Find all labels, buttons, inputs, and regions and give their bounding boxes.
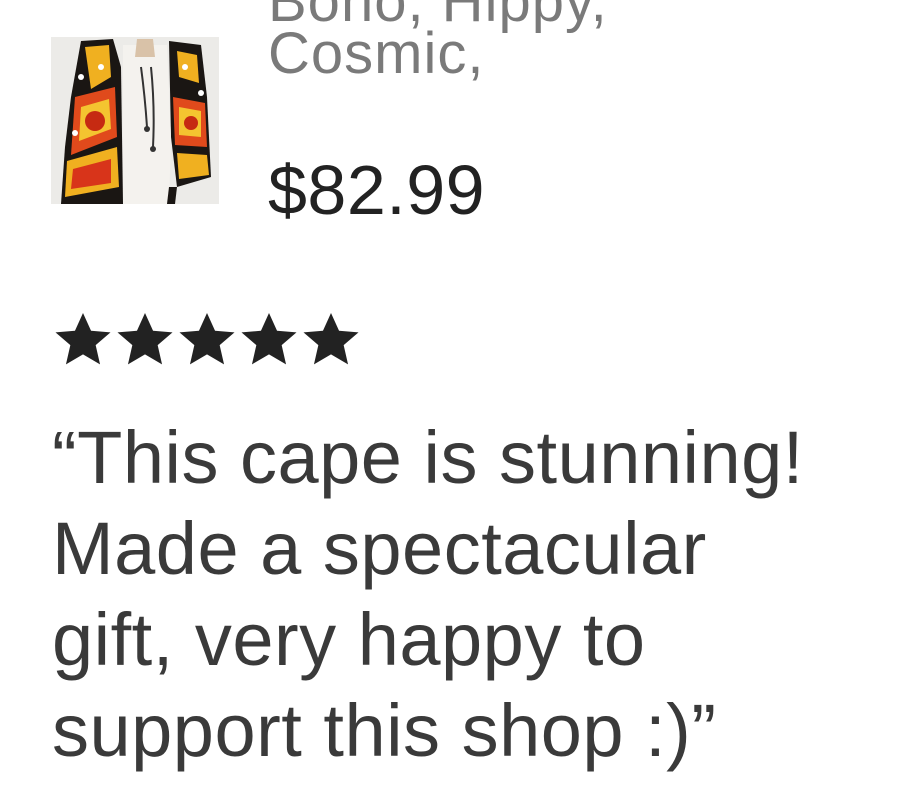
product-title-text: Boho, Hippy, Cosmic, <box>268 0 608 83</box>
product-price: $82.99 <box>268 151 486 229</box>
star-icon <box>55 312 111 365</box>
review-text-line: Made a spectacular <box>52 507 707 590</box>
product-title[interactable]: Boho, Hippy, Cosmic, <box>268 0 908 125</box>
star-shape <box>303 312 359 365</box>
product-title-line: Cosmic, <box>268 21 485 86</box>
review-text-line: “This cape is stunning! <box>52 416 804 499</box>
star-icon <box>241 312 297 365</box>
product-thumbnail[interactable] <box>51 37 219 204</box>
star-shape <box>55 312 111 365</box>
star-icon <box>117 312 173 365</box>
review-text-line: gift, very happy to <box>52 598 646 681</box>
star-shape <box>241 312 297 365</box>
star-shape <box>179 312 235 365</box>
star-icon <box>303 312 359 365</box>
review-rating <box>53 311 361 367</box>
star-icon <box>179 312 235 365</box>
star-shape <box>117 312 173 365</box>
cape-image-icon <box>51 37 219 204</box>
review-text-line: support this shop :)” <box>52 689 717 772</box>
review-text: “This cape is stunning! Made a spectacul… <box>52 412 922 776</box>
product-listing-row[interactable]: Boho, Hippy, Cosmic, $82.99 <box>0 0 922 250</box>
